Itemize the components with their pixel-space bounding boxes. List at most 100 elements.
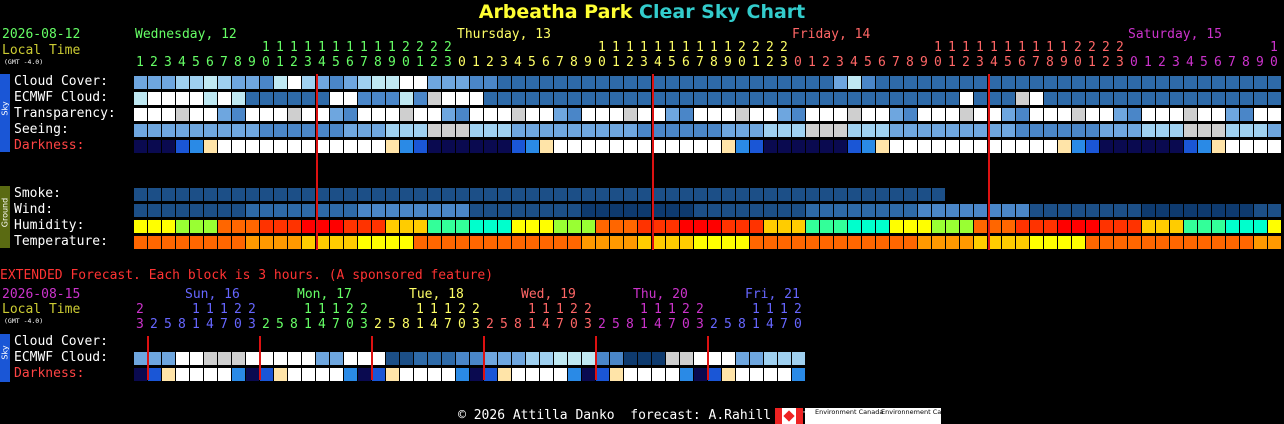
darkness-cell[interactable] (974, 140, 987, 153)
darkness-cell[interactable] (540, 140, 553, 153)
ext-cloud-cover-cell[interactable] (134, 352, 147, 365)
ecmwf-cloud-cell[interactable] (666, 92, 679, 105)
ext-darkness-cell[interactable] (666, 368, 679, 381)
transparency-cell[interactable] (442, 108, 455, 121)
transparency-cell[interactable] (190, 108, 203, 121)
transparency-cell[interactable] (344, 108, 357, 121)
darkness-cell[interactable] (1156, 140, 1169, 153)
cloud-cover-cell[interactable] (1240, 76, 1253, 89)
wind-cell[interactable] (1086, 204, 1099, 217)
ext-cloud-cover-cell[interactable] (442, 352, 455, 365)
humidity-cell[interactable] (1226, 220, 1239, 233)
temperature-cell[interactable] (302, 236, 315, 249)
seeing-cell[interactable] (358, 124, 371, 137)
wind-cell[interactable] (484, 204, 497, 217)
ext-cloud-cover-cell[interactable] (540, 352, 553, 365)
smoke-cell[interactable] (834, 188, 847, 201)
humidity-cell[interactable] (190, 220, 203, 233)
ecmwf-cloud-cell[interactable] (386, 92, 399, 105)
cloud-cover-cell[interactable] (540, 76, 553, 89)
wind-cell[interactable] (666, 204, 679, 217)
ecmwf-cloud-cell[interactable] (190, 92, 203, 105)
humidity-cell[interactable] (274, 220, 287, 233)
seeing-cell[interactable] (1100, 124, 1113, 137)
seeing-cell[interactable] (750, 124, 763, 137)
temperature-cell[interactable] (414, 236, 427, 249)
temperature-cell[interactable] (876, 236, 889, 249)
darkness-cell[interactable] (1198, 140, 1211, 153)
ext-darkness-cell[interactable] (148, 368, 161, 381)
ecmwf-cloud-cell[interactable] (232, 92, 245, 105)
smoke-cell[interactable] (288, 188, 301, 201)
transparency-cell[interactable] (736, 108, 749, 121)
transparency-cell[interactable] (890, 108, 903, 121)
cloud-cover-cell[interactable] (162, 76, 175, 89)
smoke-cell[interactable] (904, 188, 917, 201)
ecmwf-cloud-cell[interactable] (218, 92, 231, 105)
ecmwf-cloud-cell[interactable] (400, 92, 413, 105)
smoke-cell[interactable] (736, 188, 749, 201)
seeing-cell[interactable] (218, 124, 231, 137)
ecmwf-cloud-cell[interactable] (428, 92, 441, 105)
ext-cloud-cover-cell[interactable] (162, 352, 175, 365)
temperature-cell[interactable] (1142, 236, 1155, 249)
temperature-cell[interactable] (1212, 236, 1225, 249)
ext-cloud-cover-cell[interactable] (484, 352, 497, 365)
ext-darkness-cell[interactable] (498, 368, 511, 381)
darkness-cell[interactable] (1170, 140, 1183, 153)
ecmwf-cloud-cell[interactable] (778, 92, 791, 105)
ext-darkness-cell[interactable] (456, 368, 469, 381)
smoke-cell[interactable] (582, 188, 595, 201)
seeing-cell[interactable] (190, 124, 203, 137)
ext-cloud-cover-cell[interactable] (148, 352, 161, 365)
ext-cloud-cover-cell[interactable] (582, 352, 595, 365)
humidity-cell[interactable] (918, 220, 931, 233)
humidity-cell[interactable] (246, 220, 259, 233)
humidity-cell[interactable] (1170, 220, 1183, 233)
ecmwf-cloud-cell[interactable] (1226, 92, 1239, 105)
darkness-cell[interactable] (358, 140, 371, 153)
wind-cell[interactable] (456, 204, 469, 217)
wind-cell[interactable] (386, 204, 399, 217)
humidity-cell[interactable] (134, 220, 147, 233)
wind-cell[interactable] (232, 204, 245, 217)
transparency-cell[interactable] (820, 108, 833, 121)
darkness-cell[interactable] (1086, 140, 1099, 153)
seeing-cell[interactable] (582, 124, 595, 137)
ext-darkness-cell[interactable] (694, 368, 707, 381)
transparency-cell[interactable] (526, 108, 539, 121)
ecmwf-cloud-cell[interactable] (1268, 92, 1281, 105)
ecmwf-cloud-cell[interactable] (1198, 92, 1211, 105)
wind-cell[interactable] (568, 204, 581, 217)
cloud-cover-cell[interactable] (190, 76, 203, 89)
darkness-cell[interactable] (806, 140, 819, 153)
transparency-cell[interactable] (1030, 108, 1043, 121)
wind-cell[interactable] (512, 204, 525, 217)
seeing-cell[interactable] (456, 124, 469, 137)
seeing-cell[interactable] (806, 124, 819, 137)
temperature-cell[interactable] (904, 236, 917, 249)
transparency-cell[interactable] (1254, 108, 1267, 121)
humidity-cell[interactable] (582, 220, 595, 233)
temperature-cell[interactable] (1072, 236, 1085, 249)
ext-darkness-cell[interactable] (582, 368, 595, 381)
ext-cloud-cover-cell[interactable] (330, 352, 343, 365)
darkness-cell[interactable] (512, 140, 525, 153)
cloud-cover-cell[interactable] (862, 76, 875, 89)
wind-cell[interactable] (834, 204, 847, 217)
ext-cloud-cover-cell[interactable] (680, 352, 693, 365)
ecmwf-cloud-cell[interactable] (876, 92, 889, 105)
smoke-cell[interactable] (372, 188, 385, 201)
cloud-cover-cell[interactable] (498, 76, 511, 89)
cloud-cover-cell[interactable] (1128, 76, 1141, 89)
transparency-cell[interactable] (680, 108, 693, 121)
wind-cell[interactable] (974, 204, 987, 217)
darkness-cell[interactable] (134, 140, 147, 153)
ext-darkness-cell[interactable] (568, 368, 581, 381)
darkness-cell[interactable] (176, 140, 189, 153)
transparency-cell[interactable] (1128, 108, 1141, 121)
smoke-cell[interactable] (778, 188, 791, 201)
transparency-cell[interactable] (162, 108, 175, 121)
seeing-cell[interactable] (554, 124, 567, 137)
darkness-cell[interactable] (1142, 140, 1155, 153)
